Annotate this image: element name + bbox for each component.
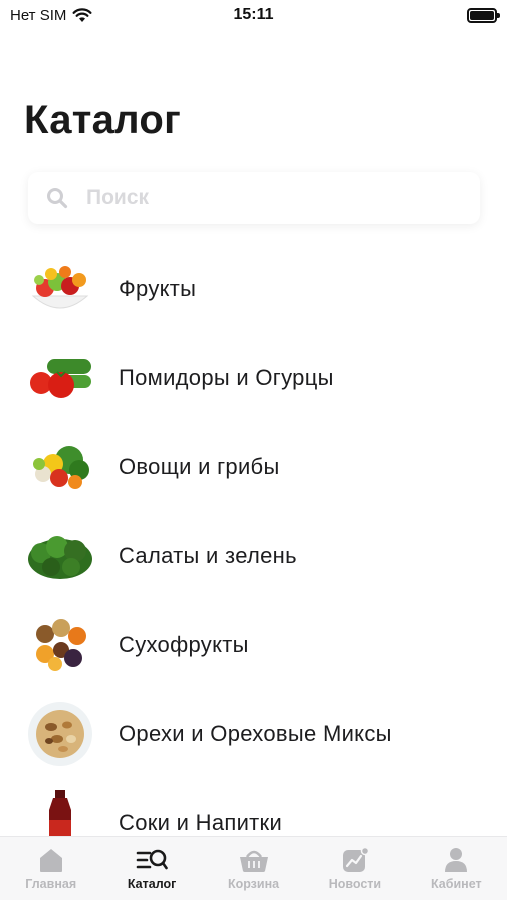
tab-catalog[interactable]: Каталог [101,837,202,900]
nuts-image [27,701,93,767]
search-icon [47,188,68,209]
category-item-fruits[interactable]: Фрукты [0,244,507,333]
tab-label: Корзина [227,877,280,891]
category-label: Орехи и Ореховые Миксы [119,720,392,746]
tab-label: Новости [328,877,382,891]
page-title: Каталог [24,98,182,142]
catalog-list: Фрукты Помидоры и Огурцы Овощи и грибы С… [0,244,507,867]
category-label: Салаты и зелень [119,542,297,568]
category-label: Сухофрукты [119,631,249,657]
category-item-greens[interactable]: Салаты и зелень [0,511,507,600]
user-icon [445,848,468,872]
search-input[interactable] [86,186,426,210]
category-label: Помидоры и Огурцы [119,364,334,390]
tomatoes-cucumbers-image [27,345,93,411]
category-item-tomatoes-cucumbers[interactable]: Помидоры и Огурцы [0,333,507,422]
dried-fruits-image [27,612,93,678]
category-label: Соки и Напитки [119,809,283,835]
fruit-bowl-image [27,256,93,322]
tab-label: Каталог [127,877,177,891]
catalog-search-icon [136,849,168,870]
tab-bar: Главная Каталог Корзина Новости Кабинет [0,836,507,900]
category-item-dried-fruits[interactable]: Сухофрукты [0,600,507,689]
battery-icon [467,8,500,23]
tab-cart[interactable]: Корзина [203,837,304,900]
status-bar: Нет SIM 15:11 [0,0,507,34]
basket-icon [239,850,268,872]
tab-label: Кабинет [431,877,482,891]
news-chart-icon [342,847,370,872]
home-icon [39,849,62,872]
tab-label: Главная [25,877,77,891]
tab-profile[interactable]: Кабинет [406,837,507,900]
category-item-nuts[interactable]: Орехи и Ореховые Миксы [0,689,507,778]
greens-image [27,523,93,589]
tab-news[interactable]: Новости [304,837,405,900]
category-item-vegetables[interactable]: Овощи и грибы [0,422,507,511]
vegetables-image [27,434,93,500]
search-box[interactable] [28,172,480,224]
status-time: 15:11 [233,6,274,23]
tab-home[interactable]: Главная [0,837,101,900]
category-label: Фрукты [119,275,197,301]
category-label: Овощи и грибы [119,453,280,479]
